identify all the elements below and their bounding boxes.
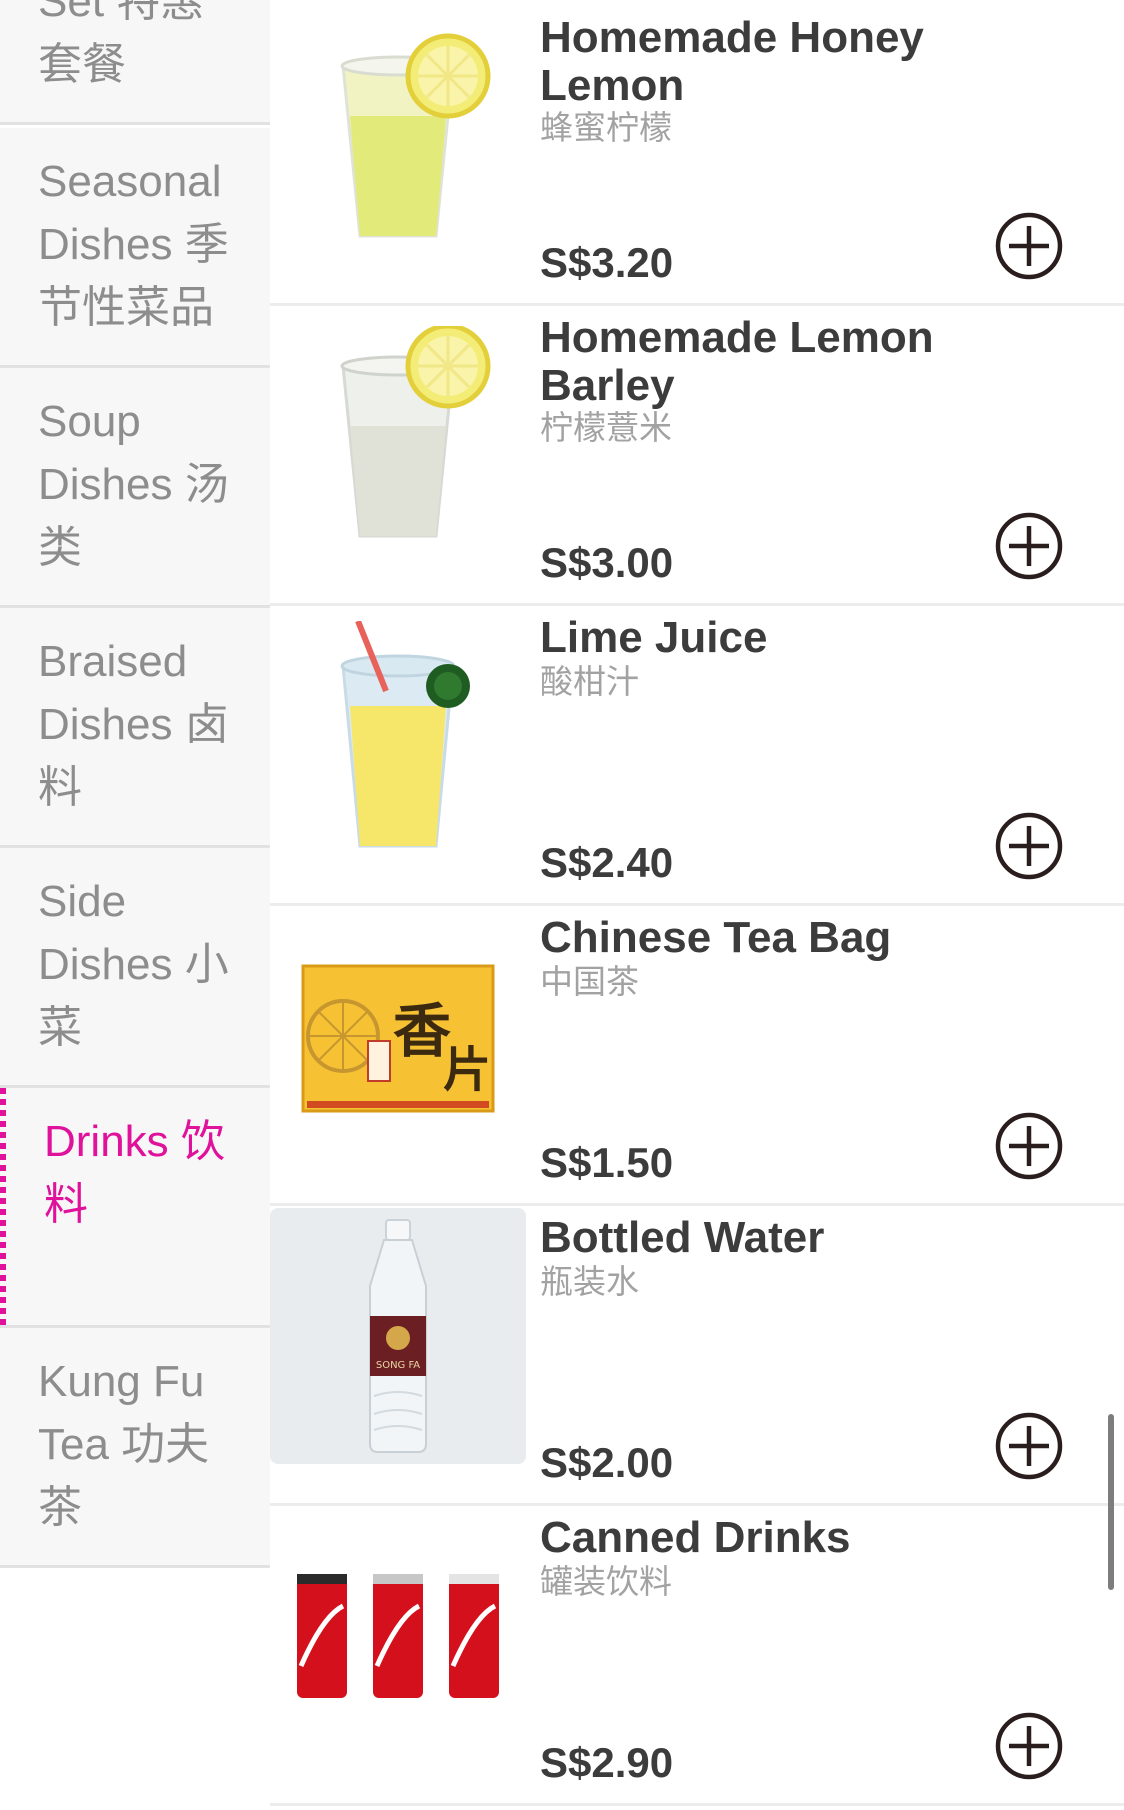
item-name: Homemade Lemon Barley	[540, 313, 934, 410]
menu-item[interactable]: Lime Juice 酸柑汁 S$2.40	[270, 606, 1124, 906]
item-subtitle: 罐装饮料	[540, 1563, 672, 1600]
lemon-barley-image	[270, 308, 526, 564]
honey-lemon-image	[270, 8, 526, 264]
item-price: S$3.20	[540, 239, 674, 286]
plus-circle-icon	[995, 212, 1063, 280]
category-kung-fu-tea[interactable]: Kung Fu Tea 功夫茶	[0, 1328, 270, 1568]
category-soup-dishes[interactable]: Soup Dishes 汤类	[0, 368, 270, 608]
menu-screen: Lunch Set 特惠套餐 Seasonal Dishes 季节性菜品 Sou…	[0, 0, 1124, 1810]
category-label: Drinks 饮料	[44, 1117, 225, 1229]
category-side-dishes[interactable]: Side Dishes 小菜	[0, 848, 270, 1088]
menu-item-list: Homemade Honey Lemon 蜂蜜柠檬 S$3.20 Homemad…	[270, 0, 1124, 1810]
category-seasonal-dishes[interactable]: Seasonal Dishes 季节性菜品	[0, 128, 270, 368]
category-braised-dishes[interactable]: Braised Dishes 卤料	[0, 608, 270, 848]
add-to-cart-button[interactable]	[994, 211, 1064, 281]
item-price: S$2.40	[540, 839, 674, 886]
plus-circle-icon	[995, 1712, 1063, 1780]
menu-item[interactable]: 香 片 Chinese Tea Bag 中国茶 S$1.50	[270, 906, 1124, 1206]
menu-item[interactable]: Homemade Honey Lemon 蜂蜜柠檬 S$3.20	[270, 6, 1124, 306]
category-drinks[interactable]: Drinks 饮料	[0, 1088, 270, 1328]
item-name: Chinese Tea Bag	[540, 913, 892, 962]
category-sidebar: Lunch Set 特惠套餐 Seasonal Dishes 季节性菜品 Sou…	[0, 0, 270, 1810]
item-subtitle: 中国茶	[540, 963, 639, 1000]
item-name: Canned Drinks	[540, 1513, 851, 1562]
item-price: S$1.50	[540, 1139, 674, 1186]
plus-circle-icon	[995, 812, 1063, 880]
category-label: Seasonal Dishes 季节性菜品	[38, 157, 229, 332]
item-name: Lime Juice	[540, 613, 768, 662]
category-label: Side Dishes 小菜	[38, 877, 229, 1052]
category-label: Soup Dishes 汤类	[38, 397, 229, 572]
water-bottle-image: SONG FA	[270, 1208, 526, 1464]
item-subtitle: 蜂蜜柠檬	[540, 109, 672, 146]
cola-cans-image	[270, 1508, 526, 1764]
add-to-cart-button[interactable]	[994, 1111, 1064, 1181]
svg-text:片: 片	[443, 1042, 491, 1098]
lime-juice-image	[270, 608, 526, 864]
item-price: S$3.00	[540, 539, 674, 586]
item-name: Bottled Water	[540, 1213, 825, 1262]
category-label: Braised Dishes 卤料	[38, 637, 229, 812]
item-subtitle: 酸柑汁	[540, 663, 639, 700]
item-name: Homemade Honey Lemon	[540, 13, 924, 110]
plus-circle-icon	[995, 512, 1063, 580]
item-price: S$2.00	[540, 1439, 674, 1486]
add-to-cart-button[interactable]	[994, 511, 1064, 581]
menu-item[interactable]: Canned Drinks 罐装饮料 S$2.90	[270, 1506, 1124, 1806]
tea-box-image: 香 片	[270, 908, 526, 1164]
add-to-cart-button[interactable]	[994, 1711, 1064, 1781]
item-subtitle: 柠檬薏米	[540, 409, 672, 446]
item-subtitle: 瓶装水	[540, 1263, 639, 1300]
plus-circle-icon	[995, 1412, 1063, 1480]
category-lunch-set[interactable]: Lunch Set 特惠套餐	[0, 0, 270, 125]
category-label: Kung Fu Tea 功夫茶	[38, 1357, 210, 1532]
menu-item[interactable]: Homemade Lemon Barley 柠檬薏米 S$3.00	[270, 306, 1124, 606]
scrollbar[interactable]	[1108, 1414, 1114, 1590]
item-price: S$2.90	[540, 1739, 674, 1786]
svg-text:SONG FA: SONG FA	[376, 1360, 420, 1371]
menu-item[interactable]: SONG FA Bottled Water 瓶装水 S$2.00	[270, 1206, 1124, 1506]
plus-circle-icon	[995, 1112, 1063, 1180]
add-to-cart-button[interactable]	[994, 1411, 1064, 1481]
category-label: Lunch Set 特惠套餐	[38, 0, 205, 89]
add-to-cart-button[interactable]	[994, 811, 1064, 881]
